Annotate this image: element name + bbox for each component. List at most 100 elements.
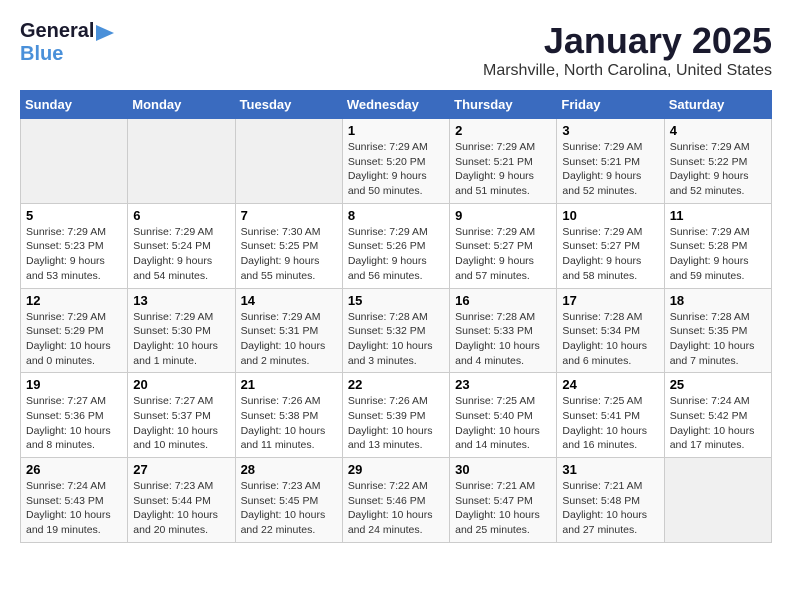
day-cell: 19 Sunrise: 7:27 AMSunset: 5:36 PMDayligh… <box>21 373 128 458</box>
week-row-1: 1Sunrise: 7:29 AMSunset: 5:20 PMDaylight… <box>21 119 772 204</box>
day-number: 23 <box>455 377 551 392</box>
day-number: 15 <box>348 293 444 308</box>
day-info: Sunrise: 7:28 AMSunset: 5:34 PMDaylight:… <box>562 310 658 369</box>
day-info: Sunrise: 7:29 AMSunset: 5:30 PMDaylight:… <box>133 310 229 369</box>
header-cell-sunday: Sunday <box>21 91 128 119</box>
day-info: Sunrise: 7:29 AMSunset: 5:22 PMDaylight:… <box>670 140 766 199</box>
week-row-4: 19 Sunrise: 7:27 AMSunset: 5:36 PMDayligh… <box>21 373 772 458</box>
day-cell: 8 Sunrise: 7:29 AMSunset: 5:26 PMDaylight… <box>342 203 449 288</box>
day-number: 7 <box>241 208 337 223</box>
day-number: 17 <box>562 293 658 308</box>
day-number: 28 <box>241 462 337 477</box>
day-cell: 20Sunrise: 7:27 AMSunset: 5:37 PMDayligh… <box>128 373 235 458</box>
day-cell: 29Sunrise: 7:22 AMSunset: 5:46 PMDayligh… <box>342 458 449 543</box>
day-info: Sunrise: 7:24 AMSunset: 5:43 PMDaylight:… <box>26 479 122 538</box>
logo-arrow-icon <box>96 25 114 41</box>
day-info: Sunrise: 7:29 AMSunset: 5:28 PMDaylight:… <box>670 225 766 284</box>
logo: General Blue <box>20 20 114 66</box>
day-cell: 21 Sunrise: 7:26 AMSunset: 5:38 PMDayligh… <box>235 373 342 458</box>
day-cell <box>21 119 128 204</box>
day-cell: 15Sunrise: 7:28 AMSunset: 5:32 PMDayligh… <box>342 288 449 373</box>
day-number: 16 <box>455 293 551 308</box>
day-cell: 17 Sunrise: 7:28 AMSunset: 5:34 PMDayligh… <box>557 288 664 373</box>
week-row-3: 12 Sunrise: 7:29 AMSunset: 5:29 PMDayligh… <box>21 288 772 373</box>
day-number: 14 <box>241 293 337 308</box>
day-cell <box>128 119 235 204</box>
day-number: 8 <box>348 208 444 223</box>
page-header: General Blue January 2025 Marshville, No… <box>20 20 772 80</box>
calendar-body: 1Sunrise: 7:29 AMSunset: 5:20 PMDaylight… <box>21 119 772 543</box>
header-cell-thursday: Thursday <box>450 91 557 119</box>
day-cell <box>664 458 771 543</box>
logo-blue-text: Blue <box>20 43 63 66</box>
day-cell: 2 Sunrise: 7:29 AMSunset: 5:21 PMDaylight… <box>450 119 557 204</box>
day-info: Sunrise: 7:29 AMSunset: 5:21 PMDaylight:… <box>562 140 658 199</box>
day-number: 22 <box>348 377 444 392</box>
day-info: Sunrise: 7:28 AMSunset: 5:35 PMDaylight:… <box>670 310 766 369</box>
day-number: 11 <box>670 208 766 223</box>
day-cell: 26 Sunrise: 7:24 AMSunset: 5:43 PMDayligh… <box>21 458 128 543</box>
day-number: 21 <box>241 377 337 392</box>
day-number: 25 <box>670 377 766 392</box>
day-cell: 6Sunrise: 7:29 AMSunset: 5:24 PMDaylight… <box>128 203 235 288</box>
day-cell: 4 Sunrise: 7:29 AMSunset: 5:22 PMDaylight… <box>664 119 771 204</box>
day-info: Sunrise: 7:27 AMSunset: 5:36 PMDaylight:… <box>26 394 122 453</box>
day-info: Sunrise: 7:24 AMSunset: 5:42 PMDaylight:… <box>670 394 766 453</box>
header-cell-saturday: Saturday <box>664 91 771 119</box>
day-cell: 9 Sunrise: 7:29 AMSunset: 5:27 PMDaylight… <box>450 203 557 288</box>
day-info: Sunrise: 7:21 AMSunset: 5:47 PMDaylight:… <box>455 479 551 538</box>
week-row-5: 26 Sunrise: 7:24 AMSunset: 5:43 PMDayligh… <box>21 458 772 543</box>
day-cell: 11 Sunrise: 7:29 AMSunset: 5:28 PMDayligh… <box>664 203 771 288</box>
day-number: 27 <box>133 462 229 477</box>
day-info: Sunrise: 7:28 AMSunset: 5:33 PMDaylight:… <box>455 310 551 369</box>
day-number: 30 <box>455 462 551 477</box>
day-number: 18 <box>670 293 766 308</box>
day-cell <box>235 119 342 204</box>
day-cell: 12 Sunrise: 7:29 AMSunset: 5:29 PMDayligh… <box>21 288 128 373</box>
day-info: Sunrise: 7:29 AMSunset: 5:27 PMDaylight:… <box>455 225 551 284</box>
header-cell-friday: Friday <box>557 91 664 119</box>
day-info: Sunrise: 7:26 AMSunset: 5:38 PMDaylight:… <box>241 394 337 453</box>
day-info: Sunrise: 7:29 AMSunset: 5:27 PMDaylight:… <box>562 225 658 284</box>
day-cell: 3Sunrise: 7:29 AMSunset: 5:21 PMDaylight… <box>557 119 664 204</box>
header-cell-monday: Monday <box>128 91 235 119</box>
day-cell: 24Sunrise: 7:25 AMSunset: 5:41 PMDayligh… <box>557 373 664 458</box>
calendar-title: January 2025 <box>483 20 772 62</box>
day-number: 31 <box>562 462 658 477</box>
day-number: 10 <box>562 208 658 223</box>
day-info: Sunrise: 7:23 AMSunset: 5:45 PMDaylight:… <box>241 479 337 538</box>
day-info: Sunrise: 7:29 AMSunset: 5:24 PMDaylight:… <box>133 225 229 284</box>
day-number: 13 <box>133 293 229 308</box>
day-cell: 31 Sunrise: 7:21 AMSunset: 5:48 PMDayligh… <box>557 458 664 543</box>
day-info: Sunrise: 7:29 AMSunset: 5:20 PMDaylight:… <box>348 140 444 199</box>
day-number: 12 <box>26 293 122 308</box>
logo-general-text: General <box>20 20 94 43</box>
day-number: 26 <box>26 462 122 477</box>
day-info: Sunrise: 7:30 AMSunset: 5:25 PMDaylight:… <box>241 225 337 284</box>
day-info: Sunrise: 7:29 AMSunset: 5:29 PMDaylight:… <box>26 310 122 369</box>
day-number: 2 <box>455 123 551 138</box>
day-cell: 13 Sunrise: 7:29 AMSunset: 5:30 PMDayligh… <box>128 288 235 373</box>
day-info: Sunrise: 7:29 AMSunset: 5:31 PMDaylight:… <box>241 310 337 369</box>
header-cell-wednesday: Wednesday <box>342 91 449 119</box>
day-cell: 10 Sunrise: 7:29 AMSunset: 5:27 PMDayligh… <box>557 203 664 288</box>
day-number: 19 <box>26 377 122 392</box>
day-info: Sunrise: 7:25 AMSunset: 5:41 PMDaylight:… <box>562 394 658 453</box>
day-cell: 5 Sunrise: 7:29 AMSunset: 5:23 PMDaylight… <box>21 203 128 288</box>
day-number: 5 <box>26 208 122 223</box>
calendar-subtitle: Marshville, North Carolina, United State… <box>483 62 772 80</box>
day-info: Sunrise: 7:26 AMSunset: 5:39 PMDaylight:… <box>348 394 444 453</box>
day-cell: 14 Sunrise: 7:29 AMSunset: 5:31 PMDayligh… <box>235 288 342 373</box>
day-info: Sunrise: 7:29 AMSunset: 5:23 PMDaylight:… <box>26 225 122 284</box>
calendar-header: SundayMondayTuesdayWednesdayThursdayFrid… <box>21 91 772 119</box>
header-row: SundayMondayTuesdayWednesdayThursdayFrid… <box>21 91 772 119</box>
day-info: Sunrise: 7:29 AMSunset: 5:26 PMDaylight:… <box>348 225 444 284</box>
day-info: Sunrise: 7:21 AMSunset: 5:48 PMDaylight:… <box>562 479 658 538</box>
day-info: Sunrise: 7:27 AMSunset: 5:37 PMDaylight:… <box>133 394 229 453</box>
week-row-2: 5 Sunrise: 7:29 AMSunset: 5:23 PMDaylight… <box>21 203 772 288</box>
day-number: 9 <box>455 208 551 223</box>
day-number: 4 <box>670 123 766 138</box>
day-cell: 23Sunrise: 7:25 AMSunset: 5:40 PMDayligh… <box>450 373 557 458</box>
day-cell: 30 Sunrise: 7:21 AMSunset: 5:47 PMDayligh… <box>450 458 557 543</box>
day-info: Sunrise: 7:29 AMSunset: 5:21 PMDaylight:… <box>455 140 551 199</box>
